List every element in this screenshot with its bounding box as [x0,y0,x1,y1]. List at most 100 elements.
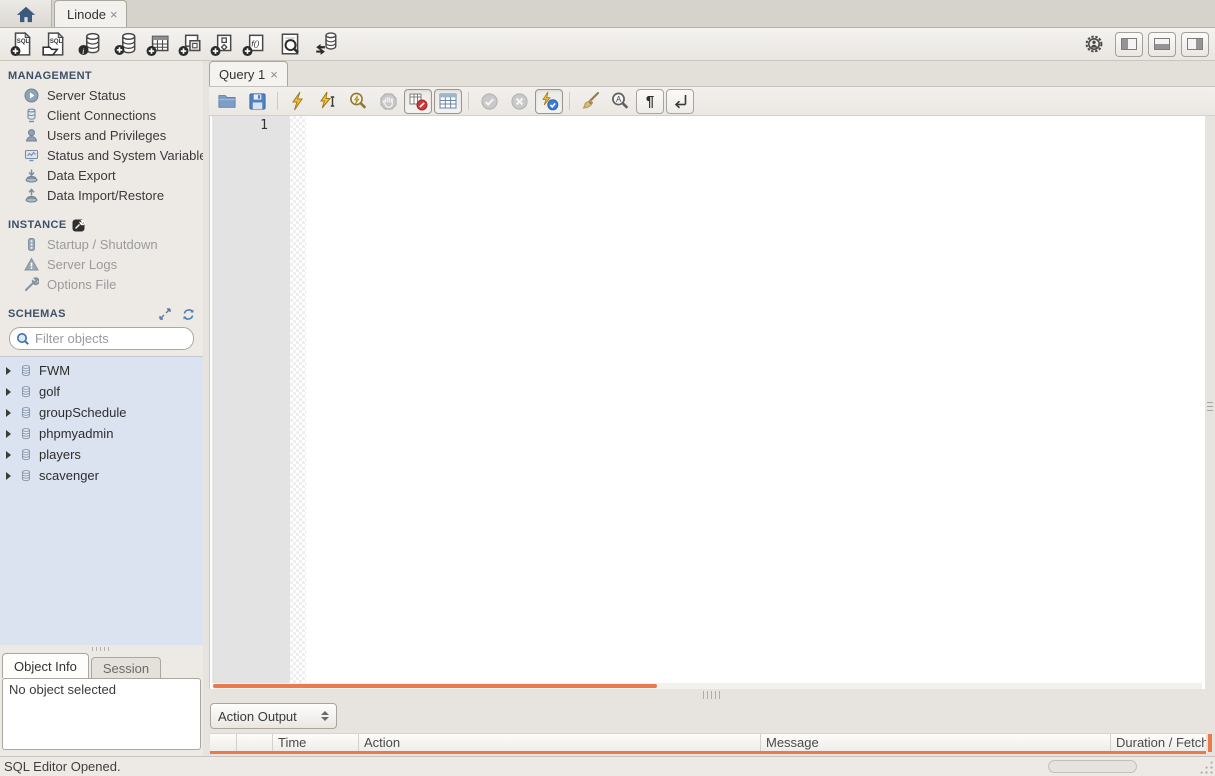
connection-tab-linode[interactable]: Linode × [54,0,127,27]
toggle-autocommit-button[interactable] [535,88,563,114]
output-col-duration[interactable]: Duration / Fetch [1111,734,1206,751]
sidebar-item-label: Status and System Variables [47,147,203,163]
create-table-button[interactable] [142,30,174,58]
commit-button[interactable] [475,89,503,114]
sidebar-item-server-status[interactable]: Server Status [0,85,203,105]
filter-magnifier-icon [16,332,30,346]
schema-row-players[interactable]: players [0,444,203,465]
inspect-database-button[interactable]: i [74,30,106,58]
toggle-word-wrap-button[interactable] [666,88,694,114]
expand-schemas-icon[interactable] [159,308,171,320]
expander-icon[interactable] [6,450,11,459]
output-type-value: Action Output [218,708,297,724]
management-section-title: MANAGEMENT [8,70,93,82]
data-import-icon [23,187,39,203]
sidebar-item-data-export[interactable]: Data Export [0,165,203,185]
editor-right-splitter-handle[interactable] [1207,402,1213,413]
schema-db-icon [18,405,34,421]
create-procedure-button[interactable] [206,30,238,58]
create-procedure-icon [209,31,235,57]
sql-editor-toolbar: A ¶ [209,87,1215,116]
schema-row-phpmyadmin[interactable]: phpmyadmin [0,423,203,444]
output-col-index[interactable] [237,734,273,751]
create-table-icon [145,31,171,57]
toggle-left-sidebar-button[interactable] [1115,31,1143,57]
output-hscrollbar-thumb[interactable] [1048,760,1137,773]
beautify-script-button[interactable] [576,89,604,114]
sql-code-editor[interactable]: 1 [209,116,1213,689]
output-col-time[interactable]: Time [273,734,359,751]
sidebar-item-server-logs[interactable]: Server Logs [0,254,203,274]
limit-rows-button[interactable] [434,88,462,114]
tab-object-info[interactable]: Object Info [2,653,89,678]
tab-session[interactable]: Session [90,657,162,678]
output-vscrollbar-thumb[interactable] [1208,734,1212,752]
toggle-stop-on-error-button[interactable] [404,88,432,114]
output-col-action[interactable]: Action [359,734,761,751]
editor-output-splitter[interactable] [209,689,1215,701]
home-tab[interactable] [0,0,52,27]
system-variables-icon [23,147,39,163]
search-objects-button[interactable] [274,30,306,58]
explain-plan-button[interactable] [344,89,372,114]
schema-name: scavenger [39,468,99,483]
expander-icon[interactable] [6,429,11,438]
sidebar-item-status-system-variables[interactable]: Status and System Variables [0,145,203,165]
schema-name: phpmyadmin [39,426,114,441]
execute-current-statement-button[interactable] [314,89,342,114]
sidebar-splitter-handle[interactable] [0,645,203,652]
open-sql-script-button[interactable]: SQL [38,30,70,58]
schema-name: FWM [39,363,71,378]
stop-execution-button[interactable] [374,89,402,114]
sidebar-item-data-import[interactable]: Data Import/Restore [0,185,203,205]
output-table-header: Time Action Message Duration / Fetch [210,733,1206,754]
schema-filter-input[interactable] [35,331,203,346]
create-schema-button[interactable] [110,30,142,58]
window-tabbar: Linode × [0,0,1215,28]
output-type-select[interactable]: Action Output [210,703,337,729]
select-spinner-icon [321,711,329,721]
open-script-icon [217,92,237,110]
expander-icon[interactable] [6,366,11,375]
sidebar-item-startup-shutdown[interactable]: Startup / Shutdown [0,234,203,254]
sidebar-item-options-file[interactable]: Options File [0,274,203,294]
tab-query-1[interactable]: Query 1 × [209,61,288,86]
pilcrow-icon: ¶ [645,92,655,110]
toggle-invisible-characters-button[interactable]: ¶ [636,88,664,114]
create-view-button[interactable] [174,30,206,58]
schema-row-fwm[interactable]: FWM [0,360,203,381]
client-connections-icon [23,107,39,123]
window-resize-grip[interactable] [1199,760,1213,774]
rollback-button[interactable] [505,89,533,114]
expander-icon[interactable] [6,471,11,480]
editor-hscrollbar[interactable] [213,683,1202,689]
schema-row-scavenger[interactable]: scavenger [0,465,203,486]
open-script-button[interactable] [213,89,241,114]
reconnect-dbms-button[interactable] [310,30,342,58]
save-script-button[interactable] [243,89,271,114]
line-number: 1 [260,118,268,133]
toggle-bottom-panel-button[interactable] [1148,31,1176,57]
toggle-right-sidebar-button[interactable] [1181,31,1209,57]
execute-script-button[interactable] [284,89,312,114]
schema-row-golf[interactable]: golf [0,381,203,402]
sidebar-item-label: Startup / Shutdown [47,236,158,252]
preferences-button[interactable] [1078,30,1110,58]
close-query-tab-icon[interactable]: × [270,67,278,82]
options-file-icon [23,276,39,292]
schema-row-groupschedule[interactable]: groupSchedule [0,402,203,423]
output-col-message[interactable]: Message [761,734,1111,751]
close-tab-icon[interactable]: × [110,7,118,22]
sidebar-item-client-connections[interactable]: Client Connections [0,105,203,125]
sidebar-item-users-and-privileges[interactable]: Users and Privileges [0,125,203,145]
fold-margin [290,116,306,683]
editor-hscrollbar-thumb[interactable] [213,684,657,688]
new-sql-tab-button[interactable]: SQL [6,30,38,58]
output-col-status[interactable] [210,734,237,751]
refresh-schemas-icon[interactable] [182,308,195,321]
expander-icon[interactable] [6,408,11,417]
schema-db-icon [18,363,34,379]
create-function-button[interactable]: f() [238,30,270,58]
find-button[interactable]: A [606,89,634,114]
expander-icon[interactable] [6,387,11,396]
